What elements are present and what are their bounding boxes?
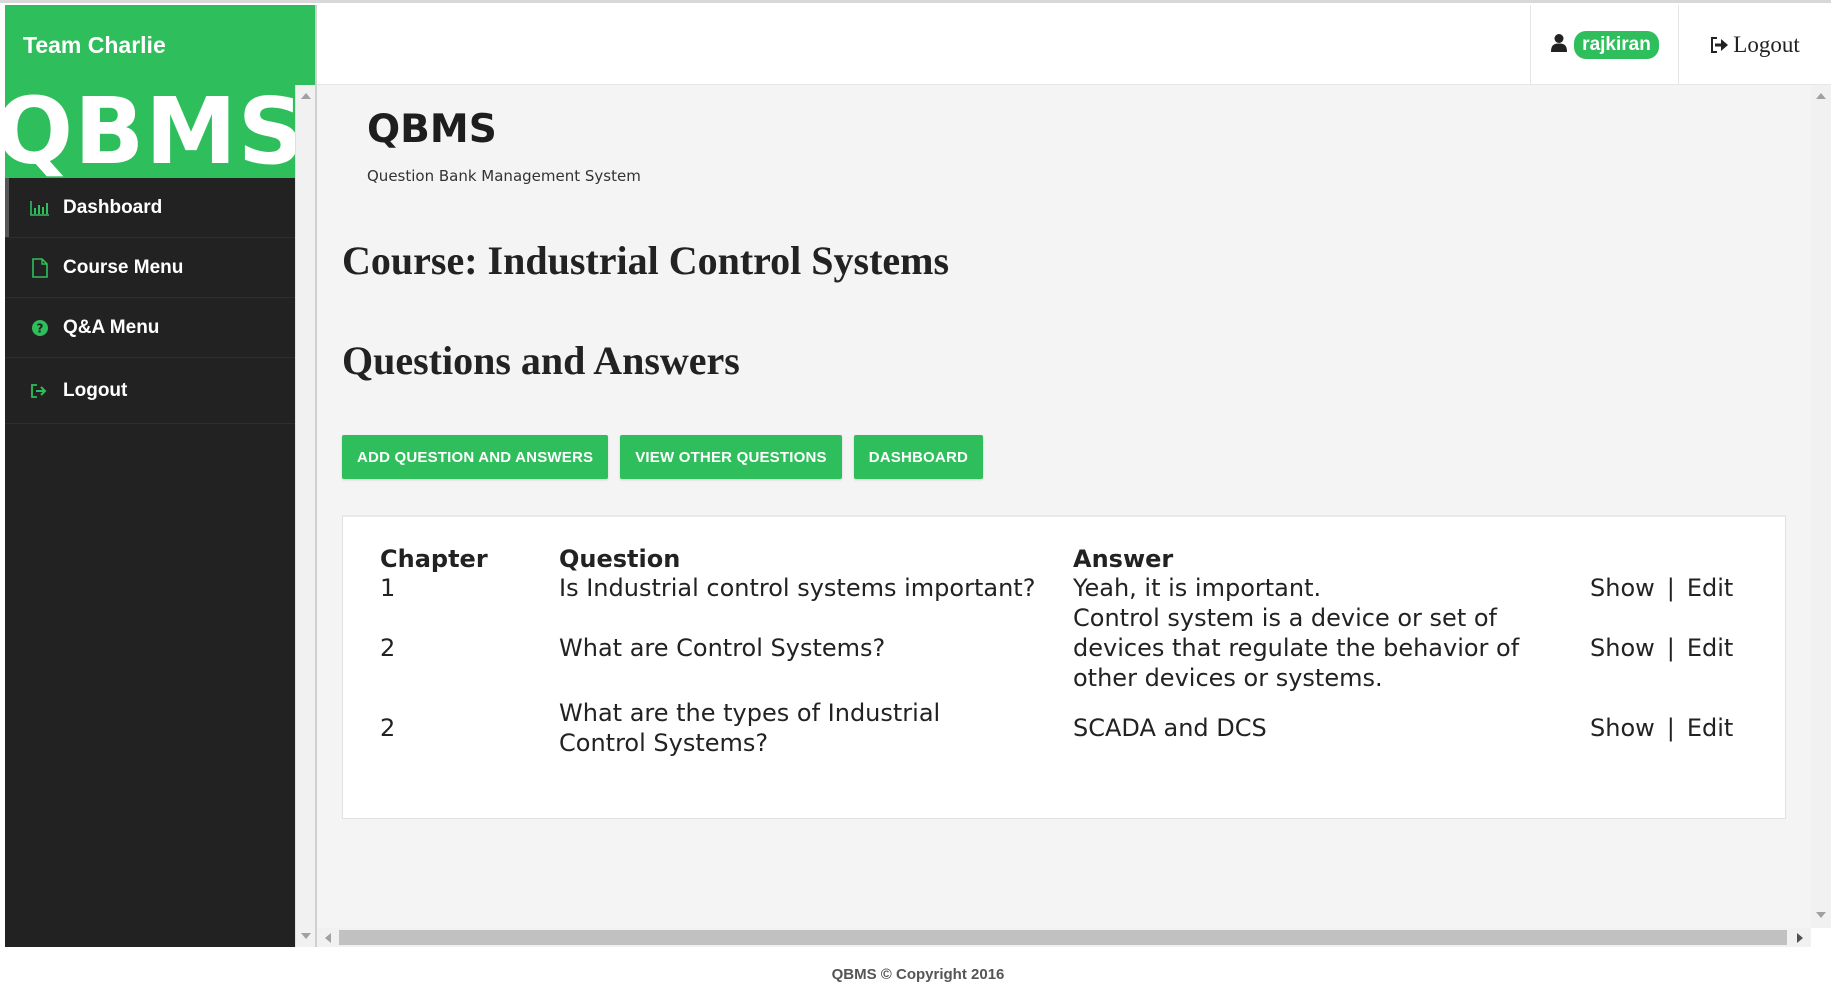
table-row: 2 What are the types of Industrial Contr… <box>380 693 1750 763</box>
cell-answer: Yeah, it is important. <box>1073 574 1322 602</box>
cell-actions: Show | Edit <box>1590 603 1750 693</box>
table-row: 2 What are Control Systems? Control syst… <box>380 603 1750 693</box>
header-question: Question <box>559 545 681 573</box>
cell-question: What are Control Systems? <box>559 634 886 662</box>
header-logout-link[interactable]: Logout <box>1678 5 1831 85</box>
edit-link[interactable]: Edit <box>1687 634 1733 662</box>
user-menu[interactable]: rajkiran <box>1530 5 1678 85</box>
scroll-down-arrow-icon[interactable] <box>1816 912 1826 918</box>
cell-chapter: 1 <box>380 574 396 602</box>
qa-table-card: Chapter Question Answer 1 Is Industrial … <box>342 515 1786 819</box>
dashboard-button[interactable]: DASHBOARD <box>853 435 984 479</box>
sidebar-item-label: Logout <box>63 379 128 401</box>
action-buttons: ADD QUESTION AND ANSWERS VIEW OTHER QUES… <box>342 435 984 479</box>
sidebar-item-logout[interactable]: Logout <box>5 358 295 424</box>
course-heading: Course: Industrial Control Systems <box>342 238 950 283</box>
page-subtitle: Question Bank Management System <box>367 167 641 185</box>
bar-chart-icon <box>29 197 51 219</box>
main-content: QBMS Question Bank Management System Cou… <box>317 85 1811 928</box>
logout-label: Logout <box>1733 32 1800 57</box>
action-separator: | <box>1666 634 1675 662</box>
file-icon <box>29 257 51 279</box>
action-separator: | <box>1666 574 1675 602</box>
action-separator: | <box>1666 714 1675 742</box>
user-icon <box>1550 33 1568 58</box>
cell-actions: Show | Edit <box>1590 693 1750 763</box>
sidebar-item-label: Q&A Menu <box>63 316 160 338</box>
scroll-down-arrow-icon[interactable] <box>301 933 311 939</box>
scroll-left-arrow-icon[interactable] <box>325 933 331 943</box>
add-question-button[interactable]: ADD QUESTION AND ANSWERS <box>342 435 609 479</box>
sidebar-item-course-menu[interactable]: Course Menu <box>5 238 295 298</box>
show-link[interactable]: Show <box>1590 714 1655 742</box>
svg-text:?: ? <box>37 321 44 335</box>
sidebar-item-qa-menu[interactable]: ? Q&A Menu <box>5 298 295 358</box>
cell-actions: Show | Edit <box>1590 573 1750 603</box>
top-header: rajkiran Logout <box>317 5 1831 85</box>
cell-question: Is Industrial control systems important? <box>559 574 1036 602</box>
section-heading: Questions and Answers <box>342 338 740 383</box>
sign-out-icon <box>1710 36 1730 54</box>
scroll-up-arrow-icon[interactable] <box>1816 93 1826 99</box>
header-actions <box>1590 543 1750 573</box>
table-row: 1 Is Industrial control systems importan… <box>380 573 1750 603</box>
cell-answer: SCADA and DCS <box>1073 714 1267 742</box>
username-badge: rajkiran <box>1574 31 1659 59</box>
footer: QBMS © Copyright 2016 <box>5 947 1831 1002</box>
scroll-up-arrow-icon[interactable] <box>301 93 311 99</box>
edit-link[interactable]: Edit <box>1687 714 1733 742</box>
edit-link[interactable]: Edit <box>1687 574 1733 602</box>
scroll-right-arrow-icon[interactable] <box>1797 933 1803 943</box>
table-header-row: Chapter Question Answer <box>380 543 1750 573</box>
view-other-questions-button[interactable]: VIEW OTHER QUESTIONS <box>620 435 842 479</box>
qbms-logo: QBMS <box>5 85 295 178</box>
brand-bar[interactable]: Team Charlie <box>5 5 316 85</box>
cell-answer: Control system is a device or set of dev… <box>1073 604 1520 692</box>
show-link[interactable]: Show <box>1590 634 1655 662</box>
main-horizontal-scrollbar[interactable] <box>317 928 1811 947</box>
sidebar-scrollbar[interactable] <box>295 85 315 947</box>
logo-text: QBMS <box>5 85 295 178</box>
sign-out-icon <box>29 380 51 402</box>
sidebar-item-label: Course Menu <box>63 256 184 278</box>
sidebar-item-label: Dashboard <box>63 196 163 218</box>
question-circle-icon: ? <box>29 317 51 339</box>
page-title: QBMS <box>367 107 497 152</box>
header-chapter: Chapter <box>380 545 488 573</box>
sidebar-item-dashboard[interactable]: Dashboard <box>5 178 295 238</box>
header-answer: Answer <box>1073 545 1174 573</box>
show-link[interactable]: Show <box>1590 574 1655 602</box>
copyright-text: QBMS © Copyright 2016 <box>831 966 1005 983</box>
brand-name: Team Charlie <box>23 31 166 58</box>
cell-question: What are the types of Industrial Control… <box>559 699 941 757</box>
cell-chapter: 2 <box>380 634 396 662</box>
cell-chapter: 2 <box>380 714 396 742</box>
qa-table: Chapter Question Answer 1 Is Industrial … <box>380 543 1750 763</box>
scrollbar-thumb[interactable] <box>339 930 1787 945</box>
main-vertical-scrollbar[interactable] <box>1811 85 1831 928</box>
sidebar: QBMS Dashboard Course Menu ? Q&A Menu Lo… <box>5 85 295 947</box>
